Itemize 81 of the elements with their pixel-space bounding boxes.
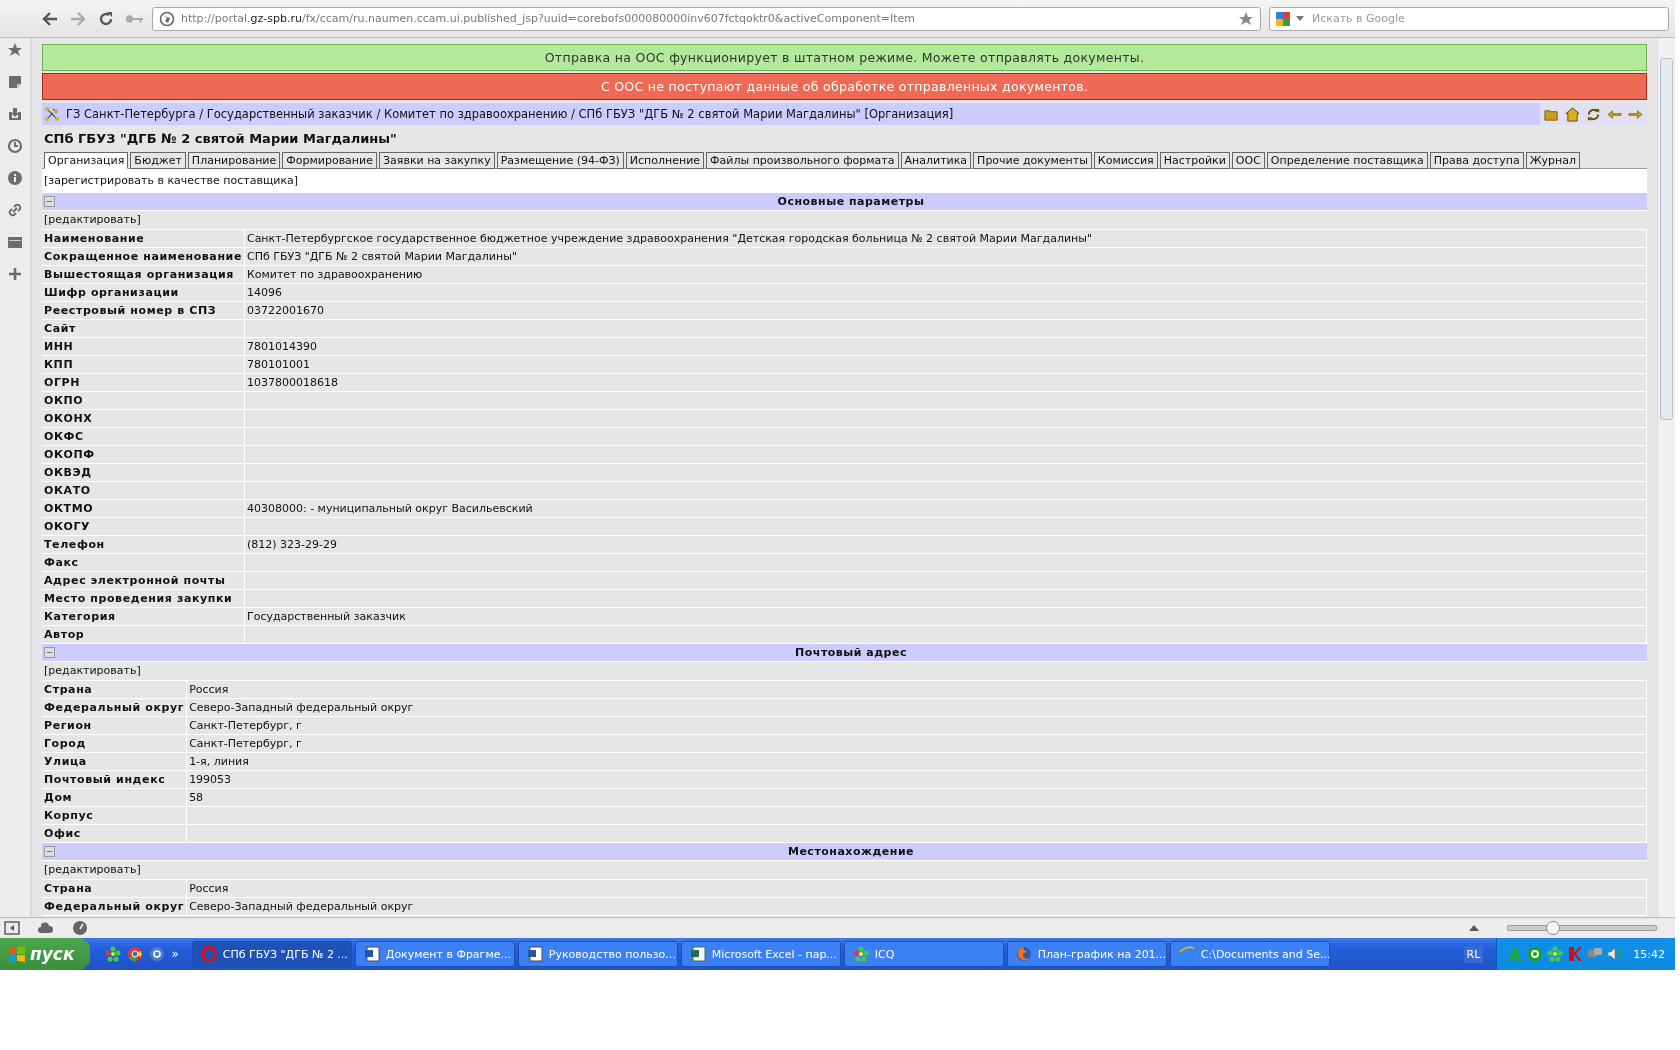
back-icon[interactable] (40, 9, 60, 28)
tab[interactable]: Определение поставщика (1266, 152, 1428, 169)
notice-banner: С ООС не поступают данные об обработке отправленных документов. (42, 73, 1647, 100)
link-icon[interactable] (7, 202, 23, 218)
caret-icon[interactable] (1296, 15, 1304, 22)
speaker-icon[interactable] (1607, 946, 1624, 962)
globe-icon (159, 10, 175, 27)
property-label: Наименование (42, 229, 245, 248)
tab[interactable]: Аналитика (900, 152, 972, 169)
start-button[interactable]: пуск (0, 938, 91, 970)
clock: 15:42 (1633, 947, 1665, 961)
tab[interactable]: Организация (44, 152, 129, 169)
address-field[interactable]: http://portal.gz-spb.ru/fx/ccam/ru.naumen.ccam.ui.published_jsp?uuid=corebofs000080000inv607fctqoktr0&activeComponent=Item (152, 6, 1261, 31)
flower-icon[interactable] (105, 946, 122, 962)
taskbar-button[interactable]: Microsoft Excel - пар... (680, 941, 841, 967)
tab[interactable]: Прочие документы (973, 152, 1092, 169)
note-icon[interactable] (7, 74, 23, 90)
tab[interactable]: Бюджет (130, 152, 186, 169)
document-icon (526, 946, 543, 962)
property-label: Страна (42, 680, 187, 699)
edit-link[interactable]: [редактировать] (42, 861, 1647, 879)
globe-icon (1178, 946, 1195, 962)
property-value: Россия (186, 879, 1647, 898)
taskbar-button[interactable]: C:\Documents and Se... (1169, 941, 1330, 967)
more-button[interactable]: » (171, 947, 179, 961)
ring-icon (200, 946, 217, 962)
tab[interactable]: ООС (1231, 152, 1265, 169)
collapse-toggle[interactable]: − (44, 846, 55, 857)
section-title: Основные параметры (776, 195, 926, 208)
tab[interactable]: Размещение (94-ФЗ) (496, 152, 624, 169)
tab[interactable]: Исполнение (625, 152, 705, 169)
star-icon[interactable] (7, 42, 23, 58)
page-title: СПб ГБУЗ "ДГБ № 2 святой Марии Магдалины" (43, 130, 398, 148)
star-icon[interactable] (1238, 10, 1254, 27)
spreadsheet-icon (689, 946, 706, 962)
edit-link[interactable]: [редактировать] (42, 211, 1647, 229)
globe-icon (1015, 946, 1032, 962)
tab[interactable]: Комиссия (1093, 152, 1158, 169)
tab[interactable]: Права доступа (1429, 152, 1524, 169)
document-icon (363, 946, 380, 962)
property-value: Санкт-Петербургское государственное бюджетное учреждение здравоохранения "Детская городская больница № 2 святой Марии Магдалины" (244, 229, 1647, 248)
flower-icon[interactable] (1547, 946, 1564, 962)
flag-icon (8, 945, 26, 963)
scrollbar[interactable] (1657, 38, 1675, 917)
breadcrumb: ГЗ Санкт-Петербурга / Государственный заказчик / Комитет по здравоохранению / СПб ГБУЗ "ДГБ № 2 святой Марии Магдалины" [Организация] (66, 107, 955, 121)
info-icon[interactable] (7, 170, 23, 186)
section-title: Почтовый адрес (794, 646, 908, 659)
property-value: Россия (186, 680, 1647, 699)
search-field[interactable]: Искать в Google (1269, 6, 1669, 31)
up-triangle-icon[interactable] (1469, 925, 1479, 931)
tab[interactable]: Заявки на закупку (379, 152, 495, 169)
panel-toggle-icon[interactable] (4, 920, 20, 936)
property-label: Страна (42, 879, 187, 898)
flower-icon (852, 946, 869, 962)
browser-icon[interactable] (127, 946, 144, 962)
window-icon[interactable] (7, 234, 23, 250)
taskbar-button[interactable]: Документ в Фрагме... (354, 941, 515, 967)
section-title: Местонахождение (786, 845, 916, 858)
plus-icon[interactable] (7, 266, 23, 282)
network-icon (44, 106, 60, 122)
tab[interactable]: Формирование (282, 152, 377, 169)
clock-icon[interactable] (7, 138, 23, 154)
collapse-toggle[interactable]: − (44, 196, 55, 207)
cloud-icon[interactable] (38, 920, 54, 936)
tab[interactable]: Журнал (1525, 152, 1580, 169)
gauge-icon[interactable] (72, 920, 88, 936)
taskbar-button[interactable]: Руководство пользо... (517, 941, 678, 967)
refresh-icon[interactable] (1586, 106, 1601, 122)
google-icon (1275, 10, 1291, 27)
download-icon[interactable] (7, 106, 23, 122)
taskbar-button[interactable]: СПб ГБУЗ "ДГБ № 2 ... (191, 941, 352, 967)
language-indicator[interactable]: RL (1463, 945, 1484, 963)
notice-banner: Отправка на ООС функционирует в штатном режиме. Можете отправлять документы. (42, 44, 1647, 71)
taskbar-button[interactable]: ICQ (843, 941, 1004, 967)
tab[interactable]: Планирование (187, 152, 281, 169)
home-icon[interactable] (1565, 106, 1580, 122)
edit-link[interactable]: [редактировать] (42, 662, 1647, 680)
collapse-toggle[interactable]: − (44, 647, 55, 658)
tab[interactable]: Настройки (1159, 152, 1230, 169)
taskbar-button[interactable]: План-график на 201... (1006, 941, 1167, 967)
tab[interactable]: Файлы произвольного формата (706, 152, 899, 169)
